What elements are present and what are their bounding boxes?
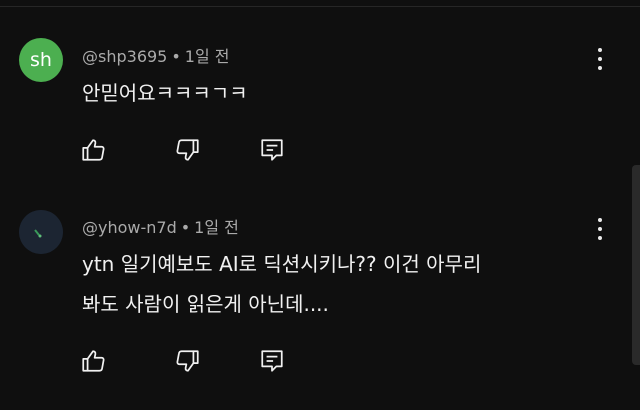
comment-line: 봐도 사람이 읽은게 아닌데.... <box>82 292 329 316</box>
dislike-icon[interactable] <box>175 137 201 163</box>
reply-icon[interactable] <box>259 348 285 374</box>
dot-separator: • <box>180 218 191 237</box>
avatar-image <box>19 210 63 254</box>
dislike-icon[interactable] <box>175 348 201 374</box>
like-icon[interactable] <box>80 137 106 163</box>
comment-text: 안믿어요ㅋㅋㅋㄱㅋ <box>82 73 248 113</box>
reply-icon[interactable] <box>259 137 285 163</box>
comment-line: 안믿어요ㅋㅋㅋㄱㅋ <box>82 81 248 105</box>
avatar-initials: sh <box>30 49 52 71</box>
more-options-icon[interactable] <box>596 48 604 70</box>
comment-actions <box>80 348 300 376</box>
comment-time[interactable]: 1일 전 <box>194 218 239 237</box>
scrollbar[interactable] <box>632 165 640 365</box>
comment-meta: @shp3695 • 1일 전 <box>82 43 230 67</box>
comment-author[interactable]: @yhow-n7d <box>82 218 177 237</box>
like-icon[interactable] <box>80 348 106 374</box>
avatar[interactable]: sh <box>19 38 63 82</box>
comment-text: ytn 일기예보도 AI로 딕션시키나?? 이건 아무리 봐도 사람이 읽은게 … <box>82 244 481 324</box>
dot-separator: • <box>171 47 181 66</box>
comment-meta: @yhow-n7d • 1일 전 <box>82 214 239 238</box>
comment-time[interactable]: 1일 전 <box>185 47 230 66</box>
comment-actions <box>80 137 300 165</box>
comment-1: sh @shp3695 • 1일 전 안믿어요ㅋㅋㅋㄱㅋ <box>0 0 640 180</box>
comment-2: @yhow-n7d • 1일 전 ytn 일기예보도 AI로 딕션시키나?? 이건 … <box>0 180 640 410</box>
comment-author[interactable]: @shp3695 <box>82 47 167 66</box>
more-options-icon[interactable] <box>596 218 604 240</box>
comment-line: ytn 일기예보도 AI로 딕션시키나?? 이건 아무리 <box>82 252 482 276</box>
avatar[interactable] <box>19 210 63 254</box>
